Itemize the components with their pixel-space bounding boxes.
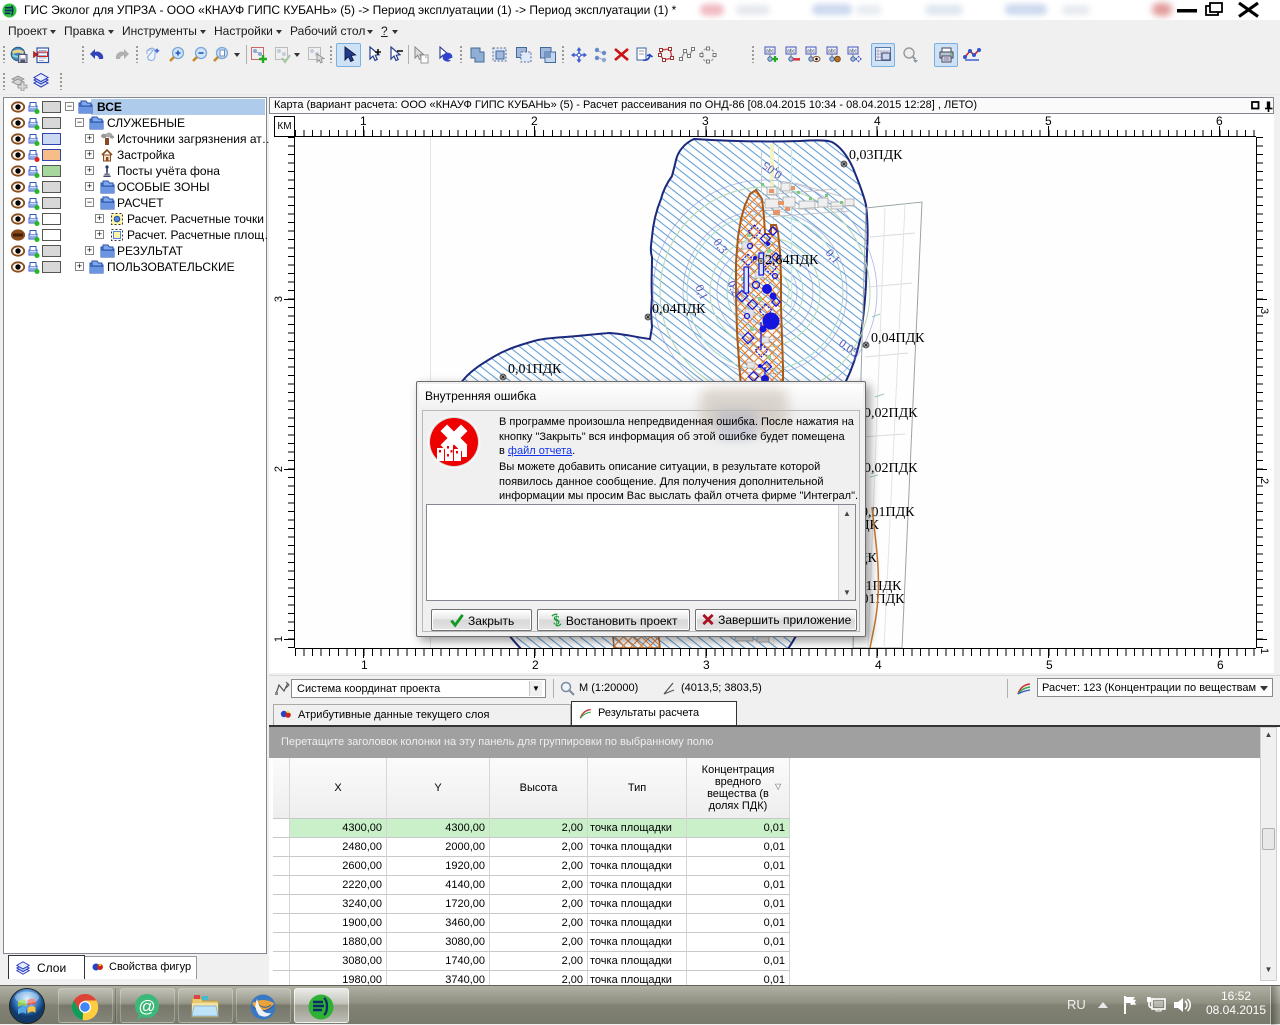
svg-text:0,04ПДК: 0,04ПДК: [652, 302, 706, 317]
svg-text:abc: abc: [849, 49, 858, 55]
svg-text:abc: abc: [766, 49, 775, 55]
svg-text:0,03ПДК: 0,03ПДК: [849, 148, 903, 163]
svg-text:0,02ПДК: 0,02ПДК: [864, 461, 918, 476]
svg-text:abc: abc: [787, 49, 796, 55]
svg-text:2,64ПДК: 2,64ПДК: [765, 253, 819, 268]
svg-text:0,01ПДК: 0,01ПДК: [508, 362, 562, 377]
svg-text:0,04ПДК: 0,04ПДК: [871, 331, 925, 346]
svg-text:abc: abc: [807, 49, 816, 55]
svg-text:@: @: [138, 997, 155, 1016]
svg-text:0,02ПДК: 0,02ПДК: [864, 406, 918, 421]
svg-text:abc: abc: [828, 49, 837, 55]
